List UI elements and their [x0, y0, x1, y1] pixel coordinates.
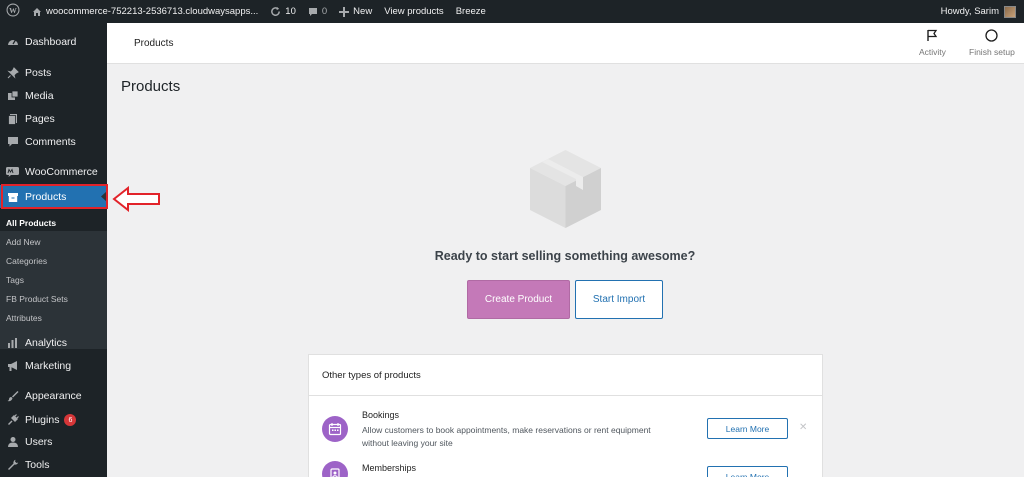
comment-bubble-icon — [6, 136, 19, 149]
sidebar-item-comments[interactable]: Comments — [0, 131, 107, 153]
sidebar-item-posts[interactable]: Posts — [0, 62, 107, 84]
view-products-label: View products — [384, 6, 444, 17]
other-product-types-card: Other types of products Bookings Allow c… — [308, 354, 823, 477]
sidebar-item-label: Dashboard — [25, 36, 77, 48]
plus-icon — [339, 6, 350, 17]
comments-count: 0 — [321, 6, 328, 17]
sidebar-item-media[interactable]: Media — [0, 85, 107, 107]
submenu-add-new[interactable]: Add New — [6, 237, 41, 247]
plug-icon — [6, 414, 19, 427]
card-heading: Other types of products — [309, 355, 822, 396]
user-account-menu[interactable]: Howdy, Sarim — [941, 0, 1024, 23]
pushpin-icon — [6, 67, 19, 80]
header-title: Products — [134, 38, 174, 49]
sidebar-item-pages[interactable]: Pages — [0, 108, 107, 130]
breeze-link[interactable]: Breeze — [450, 0, 492, 23]
membership-badge-icon — [322, 461, 348, 477]
sidebar-item-marketing[interactable]: Marketing — [0, 355, 107, 377]
submenu-all-products[interactable]: All Products — [6, 218, 56, 228]
submenu-attributes[interactable]: Attributes — [6, 313, 42, 323]
sidebar-item-label: Tools — [25, 459, 50, 471]
product-type-description: Allow customers to book appointments, ma… — [362, 425, 651, 448]
product-type-title: Bookings — [362, 410, 400, 420]
wrench-icon — [6, 459, 19, 472]
finish-setup-label: Finish setup — [969, 47, 1015, 57]
sidebar-item-tools[interactable]: Tools — [0, 454, 107, 476]
flag-icon — [926, 29, 938, 47]
breeze-label: Breeze — [455, 6, 486, 17]
finish-setup-button[interactable]: Finish setup — [969, 29, 1015, 57]
page-header: Products Activity Finish setup — [107, 23, 1024, 64]
red-arrow-annotation — [112, 185, 162, 217]
highlight-box — [1, 184, 108, 209]
avatar — [1004, 5, 1016, 18]
sidebar-item-label: Pages — [25, 113, 55, 125]
home-icon — [32, 7, 42, 17]
sidebar-item-label: Marketing — [25, 360, 72, 372]
paintbrush-icon — [6, 390, 19, 403]
svg-text:W: W — [9, 6, 17, 15]
updates-link[interactable]: 10 — [264, 0, 302, 23]
sidebar-item-label: Plugins — [25, 414, 60, 426]
new-content-link[interactable]: New — [333, 0, 378, 23]
product-type-title: Memberships — [362, 463, 417, 473]
close-icon[interactable]: ✕ — [799, 422, 807, 433]
sidebar-item-appearance[interactable]: Appearance — [0, 385, 107, 407]
wordpress-logo-button[interactable]: W — [0, 0, 26, 23]
empty-box-illustration — [528, 148, 603, 235]
calendar-icon — [322, 416, 348, 442]
submenu-tags[interactable]: Tags — [6, 275, 24, 285]
comment-bubble-icon — [308, 7, 318, 17]
updates-count: 10 — [285, 6, 296, 17]
media-camera-icon — [6, 90, 19, 103]
sidebar-item-woocommerce[interactable]: WooCommerce — [0, 161, 107, 183]
sidebar-item-users[interactable]: Users — [0, 431, 107, 453]
new-label: New — [353, 6, 373, 17]
activity-label: Activity — [919, 47, 946, 57]
user-icon — [6, 436, 19, 449]
pages-icon — [6, 113, 19, 126]
sidebar-item-plugins[interactable]: Plugins 6 — [0, 409, 107, 431]
sidebar-item-label: Users — [25, 436, 53, 448]
start-import-button[interactable]: Start Import — [575, 280, 663, 319]
sidebar-item-label: WooCommerce — [25, 166, 98, 178]
sidebar-item-analytics[interactable]: Analytics — [0, 332, 107, 354]
dashboard-gauge-icon — [6, 36, 19, 49]
create-product-button[interactable]: Create Product — [467, 280, 570, 319]
megaphone-icon — [6, 360, 19, 373]
submenu-categories[interactable]: Categories — [6, 256, 47, 266]
learn-more-button[interactable]: Learn More — [707, 466, 788, 477]
admin-sidebar: Dashboard Posts Media Pages Comments Woo… — [0, 23, 107, 477]
progress-circle-icon — [985, 29, 999, 47]
comments-link[interactable]: 0 — [302, 0, 333, 23]
wordpress-icon: W — [6, 3, 20, 20]
admin-bar: W woocommerce-752213-2536713.cloudwaysap… — [0, 0, 1024, 23]
activity-button[interactable]: Activity — [919, 29, 946, 57]
bar-chart-icon — [6, 337, 19, 350]
submenu-fb-product-sets[interactable]: FB Product Sets — [6, 294, 68, 304]
view-products-link[interactable]: View products — [378, 0, 450, 23]
sidebar-item-label: Appearance — [25, 390, 82, 402]
sidebar-item-label: Media — [25, 90, 54, 102]
refresh-icon — [270, 6, 281, 17]
sidebar-item-label: Comments — [25, 136, 76, 148]
sidebar-item-dashboard[interactable]: Dashboard — [0, 31, 107, 53]
site-name-text: woocommerce-752213-2536713.cloudwaysapps… — [46, 6, 259, 17]
page-title: Products — [121, 78, 181, 95]
sidebar-item-label: Analytics — [25, 337, 68, 349]
sidebar-item-label: Posts — [25, 67, 52, 79]
empty-state-heading: Ready to start selling something awesome… — [434, 249, 696, 263]
learn-more-button[interactable]: Learn More — [707, 418, 788, 439]
woocommerce-icon — [6, 166, 19, 179]
howdy-label: Howdy, Sarim — [940, 6, 999, 17]
site-name-link[interactable]: woocommerce-752213-2536713.cloudwaysapps… — [26, 0, 264, 23]
plugins-update-badge: 6 — [64, 414, 77, 426]
